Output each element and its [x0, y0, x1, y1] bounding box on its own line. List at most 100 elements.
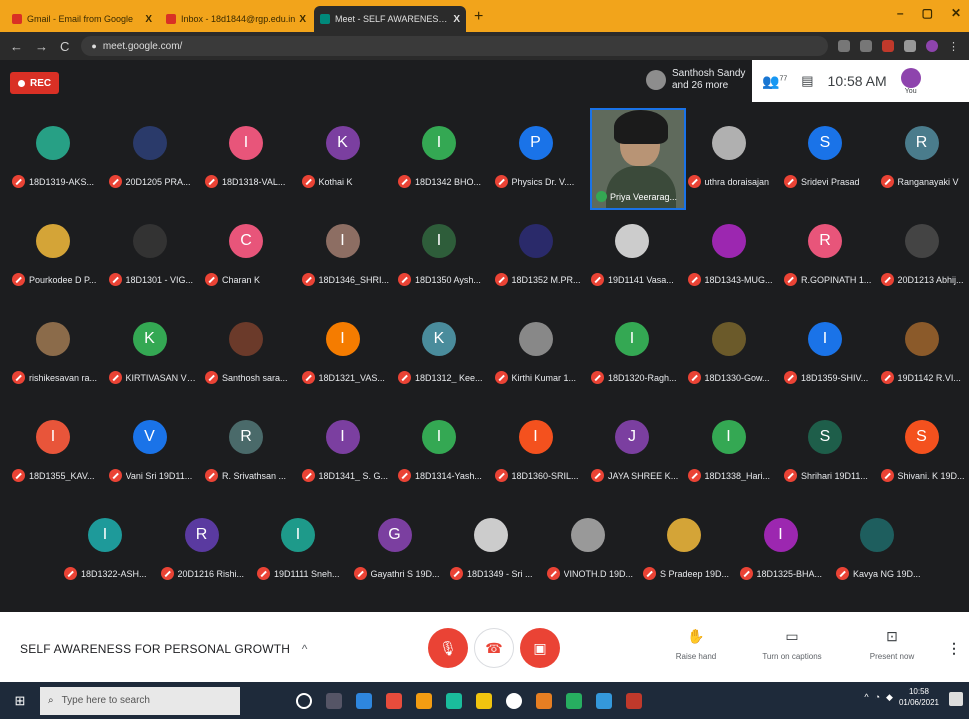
volume-icon[interactable]: ◆ [886, 692, 893, 703]
extension-icon[interactable] [882, 40, 894, 52]
participant-tile[interactable]: I 18D1318-VAL... [199, 112, 295, 200]
network-icon[interactable]: ◔ [875, 692, 880, 702]
you-avatar[interactable]: You [900, 67, 921, 95]
participant-tile[interactable]: K Kothai K [296, 112, 392, 200]
participant-tile[interactable]: Kirthi Kumar 1... [489, 308, 585, 396]
participant-tile[interactable]: R R. Srivathsan ... [199, 406, 295, 494]
participant-tile[interactable]: I 18D1360-SRIL... [489, 406, 585, 494]
puzzle-icon[interactable] [904, 40, 916, 52]
url-field[interactable]: ● meet.google.com/ [81, 36, 828, 56]
app-icon[interactable] [356, 692, 372, 709]
present-button[interactable]: ⊡ Present now [852, 628, 932, 661]
cortana-icon[interactable] [296, 692, 312, 709]
app-icon[interactable] [626, 692, 642, 709]
close-tab-icon[interactable]: X [145, 14, 152, 25]
captions-button[interactable]: ▭ Turn on captions [752, 628, 832, 661]
participant-tile[interactable]: 18D1319-AKS... [6, 112, 102, 200]
app-icon[interactable] [386, 692, 402, 709]
participant-tile[interactable]: S Shivani. K 19D... [875, 406, 969, 494]
app-icon[interactable] [566, 692, 582, 709]
people-button[interactable]: 👥77 [762, 73, 787, 90]
participant-tile[interactable]: 18D1349 - Sri ... [444, 504, 540, 592]
participant-tile[interactable]: 20D1205 PRA... [103, 112, 199, 200]
participant-tile[interactable]: Santhosh sara... [199, 308, 295, 396]
participant-tile[interactable]: I 18D1341_ S. G... [296, 406, 392, 494]
participant-tile[interactable]: V Vani Sri 19D11... [103, 406, 199, 494]
participant-tile[interactable]: I 18D1320-Ragh... [585, 308, 681, 396]
participant-tile[interactable]: 19D1142 R.VI... [875, 308, 969, 396]
app-icon[interactable] [596, 692, 612, 709]
participant-tile[interactable]: I 18D1346_SHRI... [296, 210, 392, 298]
participant-tile[interactable]: Pourkodee D P... [6, 210, 102, 298]
tab-meet[interactable]: Meet - SELF AWARENESS F X [314, 6, 466, 32]
participant-tile[interactable]: I 18D1321_VAS... [296, 308, 392, 396]
back-icon[interactable]: ← [10, 39, 23, 54]
participant-tile[interactable]: 18D1330-Gow... [682, 308, 778, 396]
participant-tile[interactable]: I 18D1338_Hari... [682, 406, 778, 494]
app-icon[interactable] [536, 692, 552, 709]
participant-tile[interactable]: 18D1343-MUG... [682, 210, 778, 298]
chevron-up-icon[interactable]: ^ [864, 692, 868, 702]
notification-icon[interactable] [949, 692, 963, 706]
chrome-icon[interactable] [506, 692, 522, 709]
reload-icon[interactable]: C [60, 39, 69, 54]
edge-icon[interactable] [446, 692, 462, 709]
participant-tile[interactable]: R 20D1216 Rishi... [155, 504, 251, 592]
star-icon[interactable] [860, 40, 872, 52]
camera-icon[interactable] [838, 40, 850, 52]
participant-tile[interactable]: I 18D1325-BHA... [734, 504, 830, 592]
close-tab-icon[interactable]: X [299, 14, 306, 25]
tab-gmail[interactable]: Gmail - Email from Google X [6, 6, 158, 32]
app-icon[interactable] [416, 692, 432, 709]
participant-tile[interactable]: I 18D1355_KAV... [6, 406, 102, 494]
participant-tile[interactable]: 18D1301 - VIG... [103, 210, 199, 298]
task-view-icon[interactable] [326, 692, 342, 709]
participant-tile[interactable]: I 18D1314-Yash... [392, 406, 488, 494]
meeting-title[interactable]: SELF AWARENESS FOR PERSONAL GROWTH ^ [20, 642, 308, 656]
participant-tile[interactable]: S Sridevi Prasad [778, 112, 874, 200]
video-tile-priya[interactable]: Priya Veerarag... [590, 108, 686, 210]
participant-tile[interactable]: K KIRTIVASAN V ... [103, 308, 199, 396]
maximize-button[interactable]: ▢ [922, 6, 933, 20]
app-icon[interactable] [476, 692, 492, 709]
participant-tile[interactable]: VINOTH.D 19D... [541, 504, 637, 592]
participant-tile[interactable]: I 19D1111 Sneh... [251, 504, 347, 592]
raise-hand-button[interactable]: ✋ Raise hand [656, 628, 736, 661]
participant-tile[interactable]: P Physics Dr. V.... [489, 112, 585, 200]
mute-button[interactable]: 🎙 [428, 628, 468, 668]
participant-tile[interactable]: I 18D1342 BHO... [392, 112, 488, 200]
participant-tile[interactable]: C Charan K [199, 210, 295, 298]
participant-tile[interactable]: S Pradeep 19D... [637, 504, 733, 592]
close-window-button[interactable]: ✕ [951, 6, 961, 20]
participant-tile[interactable]: K 18D1312_ Kee... [392, 308, 488, 396]
participant-tile[interactable]: 19D1141 Vasa... [585, 210, 681, 298]
participant-tile[interactable]: uthra doraisajan [682, 112, 778, 200]
participant-tile[interactable]: 20D1213 Abhij... [875, 210, 969, 298]
participant-tile[interactable]: R R.GOPINATH 1... [778, 210, 874, 298]
participant-tile[interactable]: G Gayathri S 19D... [348, 504, 444, 592]
taskbar-search[interactable]: ⌕ Type here to search [40, 686, 240, 715]
participant-tile[interactable]: I 18D1322-ASH... [58, 504, 154, 592]
forward-icon[interactable]: → [35, 39, 48, 54]
participant-tile[interactable]: R Ranganayaki V [875, 112, 969, 200]
windows-start-icon[interactable]: ⊞ [0, 682, 40, 719]
participant-tile[interactable]: Kavya NG 19D... [830, 504, 926, 592]
minimize-button[interactable]: – [897, 6, 904, 20]
leave-call-button[interactable]: ☎ [474, 628, 514, 668]
participant-tile[interactable]: rishikesavan ra... [6, 308, 102, 396]
tab-inbox[interactable]: Inbox - 18d1844@rgp.edu.in X [160, 6, 312, 32]
menu-icon[interactable]: ⋮ [948, 40, 959, 53]
more-options-icon[interactable]: ⋮ [947, 640, 961, 657]
participant-tile[interactable]: I 18D1350 Aysh... [392, 210, 488, 298]
chat-icon[interactable]: ▤ [801, 73, 813, 89]
close-tab-icon[interactable]: X [453, 14, 460, 25]
participant-tile[interactable]: S Shrihari 19D11... [778, 406, 874, 494]
camera-button[interactable]: ▣ [520, 628, 560, 668]
taskbar-clock[interactable]: 10:58 01/06/2021 [899, 686, 939, 708]
participant-tile[interactable]: 18D1352 M.PR... [489, 210, 585, 298]
profile-avatar[interactable] [926, 40, 938, 52]
participant-tile[interactable]: I 18D1359-SHIV... [778, 308, 874, 396]
mic-off-icon [353, 567, 367, 580]
new-tab-button[interactable]: + [474, 8, 483, 26]
participant-tile[interactable]: J JAYA SHREE K... [585, 406, 681, 494]
